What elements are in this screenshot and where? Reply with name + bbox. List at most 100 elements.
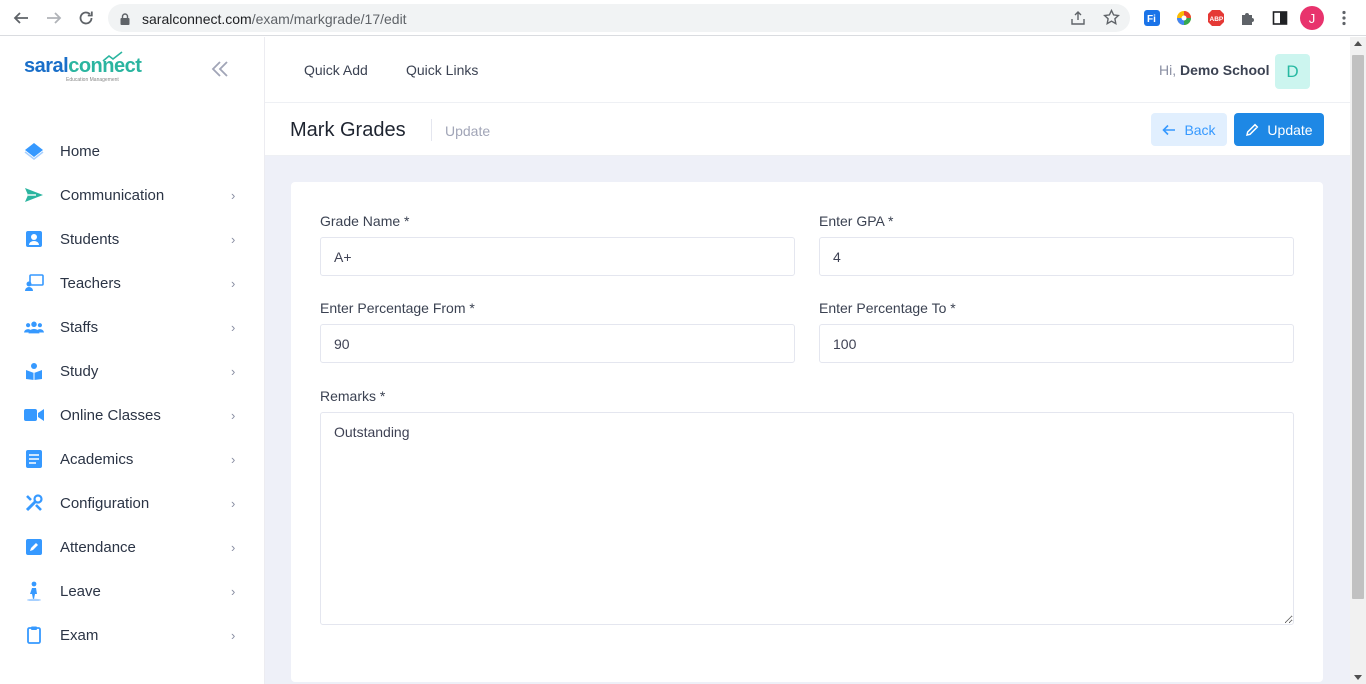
pencil-icon: [1246, 123, 1259, 136]
sidebar-item-label: Home: [60, 142, 101, 160]
sidebar-item-leave[interactable]: Leave ›: [0, 569, 264, 613]
user-greeting[interactable]: Hi, Demo School: [1159, 62, 1269, 78]
person-walking-icon: [24, 581, 44, 601]
sidebar-item-label: Students: [60, 230, 120, 248]
update-button[interactable]: Update: [1234, 113, 1324, 146]
url-text: saralconnect.com/exam/markgrade/17/edit: [142, 11, 407, 27]
sidebar-item-attendance[interactable]: Attendance ›: [0, 525, 264, 569]
percentage-to-input[interactable]: [819, 324, 1294, 363]
sidebar-item-teachers[interactable]: Teachers ›: [0, 261, 264, 305]
percentage-to-label: Enter Percentage To *: [819, 300, 956, 316]
user-avatar[interactable]: D: [1275, 54, 1310, 89]
scroll-up-arrow-icon[interactable]: [1354, 41, 1362, 46]
sidebar-item-label: Communication: [60, 186, 165, 204]
sidebar-item-label: Online Classes: [60, 406, 161, 424]
forward-arrow-icon[interactable]: [42, 6, 66, 30]
profile-avatar[interactable]: J: [1300, 6, 1324, 30]
app-logo[interactable]: saralconnect Education Management: [24, 51, 142, 85]
breadcrumb: Update: [445, 123, 491, 139]
back-arrow-icon[interactable]: [9, 6, 33, 30]
top-header: Quick Add Quick Links Hi, Demo School D: [265, 37, 1350, 103]
sidebar-item-label: Teachers: [60, 274, 121, 292]
browser-toolbar: saralconnect.com/exam/markgrade/17/edit …: [0, 0, 1366, 36]
chevron-right-icon: ›: [231, 275, 236, 291]
arrow-left-icon: [1162, 124, 1176, 135]
chevron-right-icon: ›: [231, 407, 236, 423]
sidebar: saralconnect Education Management Home C…: [0, 37, 265, 684]
extension-fi-icon[interactable]: Fi: [1142, 8, 1162, 28]
chevron-right-icon: ›: [231, 451, 236, 467]
teacher-icon: [24, 273, 44, 293]
scroll-down-arrow-icon[interactable]: [1354, 675, 1362, 680]
chevron-right-icon: ›: [231, 627, 236, 643]
greeting-text: Hi,: [1159, 62, 1177, 78]
avatar-initial: D: [1286, 61, 1299, 81]
percentage-from-label: Enter Percentage From *: [320, 300, 475, 316]
update-button-label: Update: [1267, 121, 1313, 138]
page-scrollbar[interactable]: [1350, 37, 1366, 684]
grade-name-input[interactable]: [320, 237, 795, 276]
collapse-sidebar-icon[interactable]: [210, 60, 230, 83]
scrollbar-thumb[interactable]: [1352, 55, 1364, 599]
remarks-textarea[interactable]: Outstanding: [320, 412, 1294, 625]
sidebar-item-communication[interactable]: Communication ›: [0, 173, 264, 217]
color-wheel-extension-icon[interactable]: [1174, 8, 1194, 28]
page-title: Mark Grades: [290, 119, 406, 141]
sidebar-item-label: Leave: [60, 582, 101, 600]
sidebar-item-staffs[interactable]: Staffs ›: [0, 305, 264, 349]
lock-icon: [120, 12, 130, 30]
sidebar-item-label: Configuration: [60, 494, 150, 512]
logo-tagline: Education Management: [66, 77, 119, 83]
book-icon: [24, 449, 44, 469]
pencil-square-icon: [24, 537, 44, 557]
student-icon: [24, 229, 44, 249]
address-bar[interactable]: saralconnect.com/exam/markgrade/17/edit: [108, 4, 1130, 32]
sidebar-item-exam[interactable]: Exam ›: [0, 613, 264, 657]
side-panel-icon[interactable]: [1270, 8, 1290, 28]
svg-text:ABP: ABP: [1210, 16, 1224, 23]
kebab-menu-icon[interactable]: [1334, 8, 1354, 28]
sidebar-item-label: Academics: [60, 450, 134, 468]
clipboard-icon: [24, 625, 44, 645]
sidebar-item-students[interactable]: Students ›: [0, 217, 264, 261]
sidebar-item-online-classes[interactable]: Online Classes ›: [0, 393, 264, 437]
video-icon: [24, 405, 44, 425]
logo-text-saral: saral: [24, 55, 69, 77]
chevron-right-icon: ›: [231, 231, 236, 247]
remarks-label: Remarks *: [320, 388, 386, 404]
form-card: Grade Name * Enter GPA * Enter Percentag…: [291, 182, 1323, 682]
svg-text:Fi: Fi: [1147, 14, 1156, 25]
share-icon[interactable]: [1070, 10, 1086, 31]
quick-links-link[interactable]: Quick Links: [406, 62, 478, 78]
back-button-label: Back: [1184, 121, 1216, 138]
percentage-from-input[interactable]: [320, 324, 795, 363]
chevron-right-icon: ›: [231, 319, 236, 335]
back-button[interactable]: Back: [1151, 113, 1227, 146]
adblock-icon[interactable]: ABP: [1206, 8, 1226, 28]
sidebar-item-label: Staffs: [60, 318, 99, 336]
chevron-right-icon: ›: [231, 363, 236, 379]
puzzle-icon[interactable]: [1238, 8, 1258, 28]
tools-icon: [24, 493, 44, 513]
users-icon: [24, 317, 44, 337]
sidebar-item-configuration[interactable]: Configuration ›: [0, 481, 264, 525]
paper-plane-icon: [24, 185, 44, 205]
sidebar-item-label: Study: [60, 362, 99, 380]
chevron-right-icon: ›: [231, 187, 236, 203]
subheader: Mark Grades Update Back Update: [265, 103, 1350, 156]
chevron-right-icon: ›: [231, 583, 236, 599]
grade-name-label: Grade Name *: [320, 213, 410, 229]
book-reader-icon: [24, 361, 44, 381]
quick-add-link[interactable]: Quick Add: [304, 62, 368, 78]
sidebar-item-academics[interactable]: Academics ›: [0, 437, 264, 481]
gpa-input[interactable]: [819, 237, 1294, 276]
sidebar-item-home[interactable]: Home: [0, 129, 264, 173]
sidebar-item-study[interactable]: Study ›: [0, 349, 264, 393]
star-icon[interactable]: [1103, 8, 1120, 31]
logo-signal-icon: [102, 51, 123, 62]
user-name: Demo School: [1180, 62, 1270, 78]
sidebar-item-label: Exam: [60, 626, 99, 644]
gpa-label: Enter GPA *: [819, 213, 894, 229]
main-content: Grade Name * Enter GPA * Enter Percentag…: [265, 156, 1350, 684]
reload-icon[interactable]: [74, 6, 98, 30]
